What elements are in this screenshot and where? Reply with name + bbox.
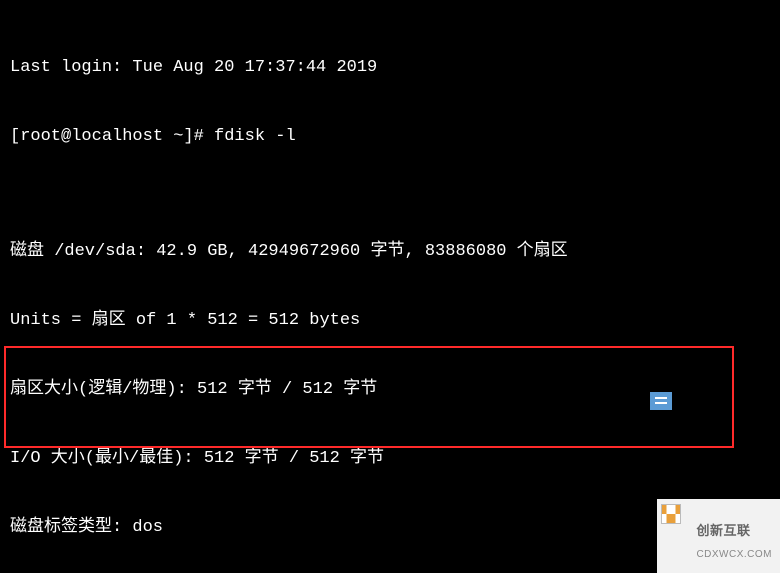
watermark-logo-icon: [661, 504, 681, 524]
watermark-subtitle: CDXWCX.COM: [696, 549, 772, 560]
menu-icon: [650, 392, 672, 410]
watermark: 创新互联 CDXWCX.COM: [657, 499, 780, 573]
disk-sda-label-type: 磁盘标签类型: dos: [10, 516, 770, 539]
disk-sda-header: 磁盘 /dev/sda: 42.9 GB, 42949672960 字节, 83…: [10, 240, 770, 263]
last-login-line: Last login: Tue Aug 20 17:37:44 2019: [10, 56, 770, 79]
watermark-title: 创新互联: [696, 523, 750, 538]
disk-sda-io-size: I/O 大小(最小/最佳): 512 字节 / 512 字节: [10, 447, 770, 470]
shell-prompt-line: [root@localhost ~]# fdisk -l: [10, 125, 770, 148]
disk-sda-units: Units = 扇区 of 1 * 512 = 512 bytes: [10, 309, 770, 332]
terminal-window[interactable]: Last login: Tue Aug 20 17:37:44 2019 [ro…: [0, 0, 780, 573]
